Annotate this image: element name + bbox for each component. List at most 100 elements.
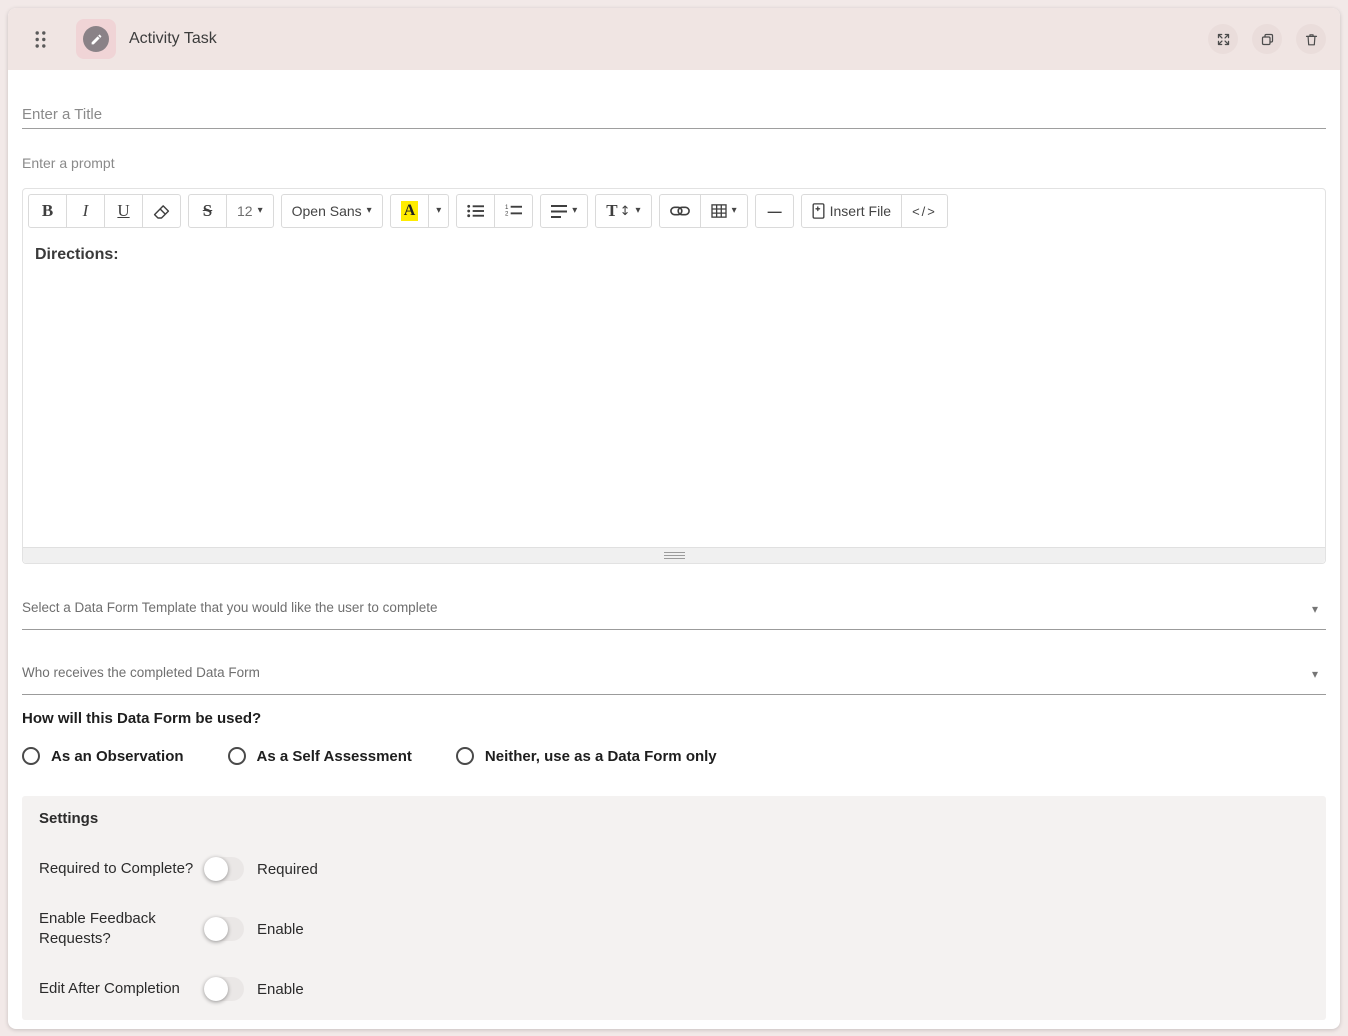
chevron-down-icon: ▾ [732,206,737,216]
radio-label: As an Observation [51,748,184,765]
drag-handle-icon[interactable] [33,30,47,48]
chevron-down-icon: ▾ [1312,603,1318,615]
expand-icon [1216,32,1231,47]
horizontal-rule-button[interactable]: — [755,194,794,228]
recipient-select-label: Who receives the completed Data Form [22,665,260,680]
expand-button[interactable] [1208,24,1238,54]
chevron-down-icon: ▾ [1312,668,1318,680]
table-icon [711,204,727,218]
card-title: Activity Task [129,30,217,48]
radio-label: As a Self Assessment [257,748,412,765]
setting-required-row: Required to Complete? Required [38,852,1310,886]
toggle-knob [204,977,228,1001]
editor-toolbar: B I U S 12 [23,189,1325,233]
radio-label: Neither, use as a Data Form only [485,748,717,765]
bullet-list-icon [467,204,484,218]
link-icon [670,204,690,218]
prompt-label: Enter a prompt [22,155,1326,172]
toggle-state-label: Enable [257,981,304,998]
edit-toggle[interactable] [204,977,244,1001]
font-button-group: S 12 ▾ [188,194,274,228]
text-color-button[interactable]: A [390,194,430,228]
eraser-icon [153,204,170,219]
settings-title: Settings [38,810,1310,828]
file-plus-icon [812,203,825,219]
setting-edit-row: Edit After Completion Enable [38,972,1310,1006]
horizontal-rule-icon: — [768,203,781,219]
bold-button[interactable]: B [28,194,67,228]
toggle-state-label: Enable [257,921,304,938]
radio-circle-icon [228,747,246,765]
setting-feedback-row: Enable Feedback Requests? Enable [38,909,1310,949]
activity-task-card: Activity Task [8,8,1340,1029]
align-button-group: ▾ [540,194,588,228]
data-form-template-select-label: Select a Data Form Template that you wou… [22,600,437,615]
radio-circle-icon [456,747,474,765]
radio-data-form-only[interactable]: Neither, use as a Data Form only [456,747,717,765]
radio-as-observation[interactable]: As an Observation [22,747,184,765]
toggle-knob [204,917,228,941]
strikethrough-button[interactable]: S [188,194,227,228]
file-code-group: Insert File </> [801,194,948,228]
chevron-down-icon: ▾ [258,206,263,216]
chevron-down-icon: ▾ [436,206,441,216]
list-button-group: 1 2 [456,194,533,228]
table-button[interactable]: ▾ [700,194,748,228]
usage-question-label: How will this Data Form be used? [22,710,1326,728]
chevron-down-icon: ▾ [367,206,372,216]
toggle-knob [204,857,228,881]
card-content: Enter a prompt B I U [8,100,1340,1020]
toggle-state-label: Required [257,861,318,878]
font-size-button[interactable]: 12 ▾ [226,194,274,228]
italic-button[interactable]: I [66,194,105,228]
rich-text-editor: B I U S 12 [22,188,1326,564]
color-dropdown-button[interactable]: ▾ [428,194,449,228]
align-lines-icon [551,205,567,218]
duplicate-button[interactable] [1252,24,1282,54]
paragraph-align-button[interactable]: ▾ [540,194,588,228]
task-type-badge [76,19,116,59]
data-form-template-select[interactable]: Select a Data Form Template that you wou… [22,600,1326,630]
pencil-icon [83,26,109,52]
line-height-group: T ↕ ▾ [595,194,651,228]
setting-label: Edit After Completion [38,979,204,999]
radio-self-assessment[interactable]: As a Self Assessment [228,747,412,765]
settings-panel: Settings Required to Complete? Required … [22,796,1326,1020]
editor-content[interactable]: Directions: [23,233,1325,547]
recipient-select[interactable]: Who receives the completed Data Form ▾ [22,665,1326,695]
card-header: Activity Task [8,8,1340,70]
numbered-list-icon: 1 2 [505,204,522,218]
unordered-list-button[interactable] [456,194,495,228]
setting-label: Enable Feedback Requests? [38,909,204,949]
color-button-group: A ▾ [390,194,450,228]
underline-button[interactable]: U [104,194,143,228]
copy-icon [1260,32,1275,47]
link-button[interactable] [659,194,701,228]
font-name-group: Open Sans ▾ [281,194,383,228]
resize-grip-icon [664,552,685,559]
line-height-button[interactable]: T ↕ ▾ [595,194,651,228]
ordered-list-button[interactable]: 1 2 [494,194,533,228]
chevron-down-icon: ▾ [636,206,641,216]
delete-button[interactable] [1296,24,1326,54]
title-input[interactable] [22,100,1326,129]
feedback-toggle[interactable] [204,917,244,941]
setting-label: Required to Complete? [38,859,204,879]
highlight-a-icon: A [401,201,419,221]
svg-text:2: 2 [505,211,509,218]
style-button-group: B I U [28,194,181,228]
insert-file-button[interactable]: Insert File [801,194,902,228]
editor-resize-bar[interactable] [23,547,1325,563]
updown-arrow-icon: ↕ [620,204,631,219]
header-actions [1208,24,1326,54]
usage-radio-group: As an Observation As a Self Assessment N… [22,746,1326,766]
code-view-button[interactable]: </> [901,194,948,228]
chevron-down-icon: ▾ [572,206,577,216]
insert-button-group: ▾ [659,194,748,228]
font-name-button[interactable]: Open Sans ▾ [281,194,383,228]
clear-format-button[interactable] [142,194,181,228]
trash-icon [1304,32,1319,47]
hr-button-group: — [755,194,794,228]
required-toggle[interactable] [204,857,244,881]
radio-circle-icon [22,747,40,765]
